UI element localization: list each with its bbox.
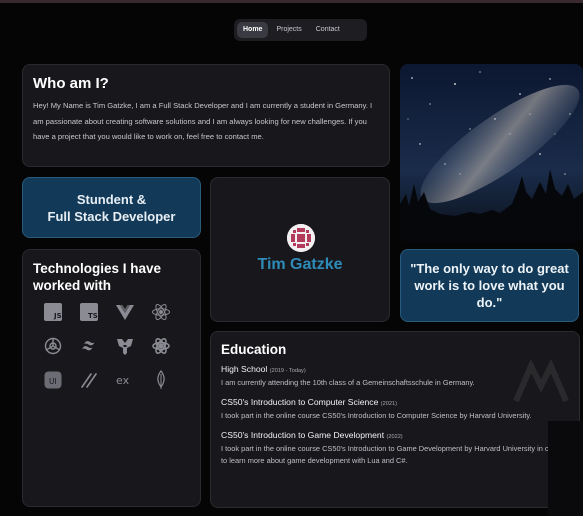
education-item-description: I took part in the online course CS50's …	[221, 411, 532, 420]
vue-icon	[115, 302, 135, 322]
role-card: Stundent & Full Stack Developer	[22, 177, 201, 238]
quote-text: "The only way to do great work is to lov…	[410, 261, 569, 310]
quote-card: "The only way to do great work is to lov…	[400, 249, 579, 322]
mongodb-icon	[151, 370, 171, 390]
education-item-title: CS50's Introduction to Game Development	[221, 430, 385, 440]
role-line-1: Stundent &	[76, 191, 147, 207]
slash-lines-icon	[79, 370, 99, 390]
openai-icon	[43, 336, 63, 356]
profile-card: Tim Gatzke	[210, 177, 390, 322]
about-title: Who am I?	[33, 75, 109, 92]
react-icon	[151, 302, 171, 322]
corner-overlay	[548, 421, 583, 516]
nav-contact[interactable]: Contact	[310, 22, 346, 38]
education-item: CS50's Introduction to Game Development …	[221, 429, 569, 467]
nav-projects[interactable]: Projects	[270, 22, 307, 38]
react-native-icon	[151, 336, 171, 356]
education-item-years: (2021)	[380, 401, 397, 407]
nav-home[interactable]: Home	[237, 22, 269, 38]
transformers-icon	[115, 336, 135, 356]
education-item-description: I took part in the online course CS50's …	[221, 444, 563, 465]
ui-library-icon: UI	[43, 370, 63, 390]
svg-text:TS: TS	[88, 312, 98, 320]
education-item-years: (2022)	[386, 434, 403, 440]
about-text: Hey! My Name is Tim Gatzke, I am a Full …	[33, 101, 373, 141]
svg-text:JS: JS	[53, 312, 62, 320]
top-border	[0, 0, 583, 3]
navbar: Home Projects Contact	[234, 19, 367, 41]
about-card: Who am I? Hey! My Name is Tim Gatzke, I …	[22, 64, 390, 167]
avatar	[287, 224, 315, 252]
technologies-title: Technologies I have worked with	[33, 261, 162, 293]
javascript-icon: JS	[43, 302, 63, 322]
education-item-years: (2019 - Today)	[269, 368, 306, 374]
education-title: Education	[221, 342, 287, 357]
technologies-grid: JS TS UI ex	[43, 302, 188, 390]
typescript-icon: TS	[79, 302, 99, 322]
night-sky-photo	[400, 64, 583, 242]
svg-text:ex: ex	[116, 374, 130, 387]
svg-text:UI: UI	[49, 377, 57, 386]
express-icon: ex	[115, 370, 135, 390]
education-watermark-icon	[513, 358, 569, 403]
role-line-2: Full Stack Developer	[47, 208, 176, 224]
technologies-card: Technologies I have worked with JS TS UI	[22, 249, 201, 507]
education-item-title: CS50's Introduction to Computer Science	[221, 397, 379, 407]
education-item-title: High School	[221, 364, 268, 374]
education-card: Education High School (2019 - Today) I a…	[210, 331, 580, 508]
profile-name: Tim Gatzke	[257, 256, 343, 273]
tailwind-icon	[79, 336, 99, 356]
